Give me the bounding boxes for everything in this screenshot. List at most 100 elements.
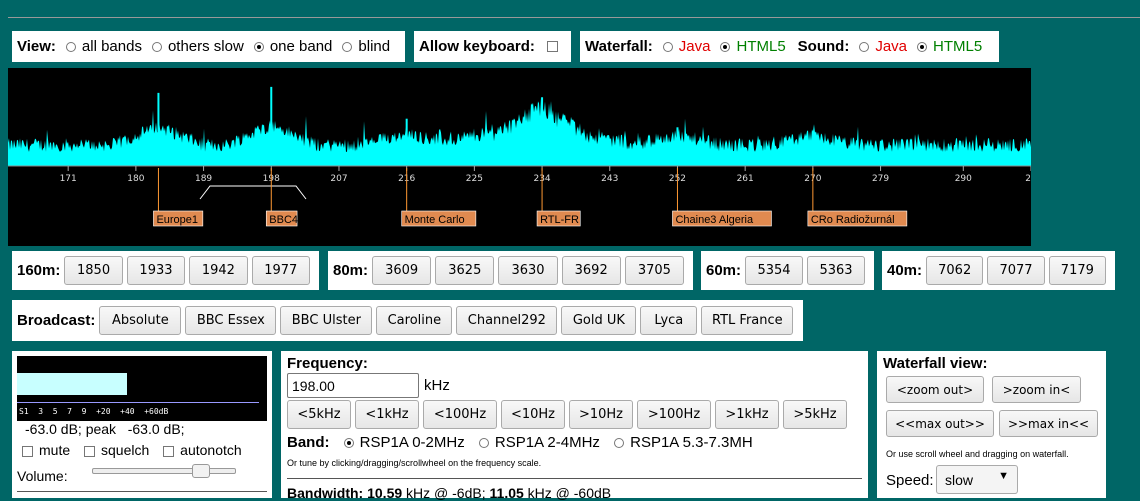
max-in-button[interactable]: >>max in<< bbox=[999, 410, 1098, 437]
chevron-down-icon: ▼ bbox=[998, 470, 1009, 482]
autonotch-checkbox[interactable] bbox=[163, 445, 175, 457]
band-rsp1a-5-7mhz-radio[interactable] bbox=[614, 438, 625, 449]
sound-java-radio[interactable] bbox=[859, 41, 870, 52]
band-rsp1a-2-4mhz-radio[interactable] bbox=[478, 438, 489, 449]
view-all-bands-radio[interactable] bbox=[65, 41, 76, 52]
zoom-out-button[interactable]: <zoom out> bbox=[886, 376, 984, 403]
station-label-4[interactable]: Chaine3 Algeria bbox=[675, 214, 754, 226]
max-out-button[interactable]: <<max out>> bbox=[886, 410, 994, 437]
band-rsp1a-0-2mhz-radio[interactable] bbox=[343, 438, 354, 449]
top-divider bbox=[8, 17, 1140, 18]
speed-select[interactable]: slow ▼ bbox=[936, 465, 1018, 494]
broadcast-channel292-button[interactable]: Channel292 bbox=[456, 306, 558, 335]
audio-toggles: mute squelch autonotch bbox=[12, 442, 242, 458]
step-down-1khz-button[interactable]: <1kHz bbox=[355, 400, 419, 429]
band-80m-panel: 80m: 3609 3625 3630 3692 3705 bbox=[328, 251, 693, 290]
station-label-2[interactable]: Monte Carlo bbox=[405, 214, 465, 226]
band-rsp1a-0-2mhz-label: RSP1A 0-2MHz bbox=[359, 434, 465, 451]
step-down-10hz-button[interactable]: <10Hz bbox=[501, 400, 565, 429]
frequency-label: Frequency: bbox=[287, 355, 368, 372]
frequency-input[interactable] bbox=[287, 373, 419, 398]
frequency-unit: kHz bbox=[424, 377, 450, 394]
band-rsp1a-2-4mhz-label: RSP1A 2-4MHz bbox=[494, 434, 600, 451]
keyboard-panel: Allow keyboard: bbox=[414, 31, 571, 62]
band-160m-1942-button[interactable]: 1942 bbox=[189, 256, 248, 285]
view-blind-radio[interactable] bbox=[342, 41, 353, 52]
view-panel: View: all bands others slow one band bli… bbox=[12, 31, 405, 62]
station-label-0[interactable]: Europe1 bbox=[156, 214, 198, 226]
waterfall-html5-radio[interactable] bbox=[720, 41, 731, 52]
band-60m-5354-button[interactable]: 5354 bbox=[745, 256, 804, 285]
broadcast-bbc-essex-button[interactable]: BBC Essex bbox=[185, 306, 277, 335]
bandwidth-6db-suffix: kHz @ -6dB; bbox=[406, 485, 486, 501]
broadcast-lyca-button[interactable]: Lyca bbox=[640, 306, 698, 335]
tuning-hint: Or tune by clicking/dragging/scrollwheel… bbox=[287, 458, 542, 468]
bandwidth-60db-value: 11.05 bbox=[489, 485, 524, 501]
station-label-5[interactable]: CRo Radiožurnál bbox=[811, 214, 895, 226]
band-80m-3705-button[interactable]: 3705 bbox=[624, 256, 684, 285]
scale-label-14: 29 bbox=[1025, 174, 1031, 184]
waterfall-view-panel: Waterfall view: <zoom out> >zoom in< <<m… bbox=[877, 351, 1106, 498]
station-label-3[interactable]: RTL-FR bbox=[540, 214, 579, 226]
scale-label-4: 207 bbox=[330, 174, 347, 184]
broadcast-caroline-button[interactable]: Caroline bbox=[376, 306, 453, 335]
bandwidth-label: Bandwidth: bbox=[287, 485, 364, 501]
band-60m-label: 60m: bbox=[706, 262, 742, 279]
waterfall-hint: Or use scroll wheel and dragging on wate… bbox=[886, 449, 1069, 459]
scale-label-8: 243 bbox=[601, 174, 618, 184]
station-label-1[interactable]: BBC4 bbox=[269, 214, 298, 226]
band-160m-1933-button[interactable]: 1933 bbox=[126, 256, 186, 285]
signal-readout: -63.0 dB; peak -63.0 dB; bbox=[25, 421, 185, 437]
view-others-slow-radio[interactable] bbox=[151, 41, 162, 52]
sound-html5-radio[interactable] bbox=[917, 41, 928, 52]
spectrum-display[interactable]: 171 180 189 198 207 216 225 234 243 252 261 270 279 2… bbox=[8, 68, 1031, 246]
band-160m-1977-button[interactable]: 1977 bbox=[251, 256, 310, 285]
waterfall-view-label: Waterfall view: bbox=[883, 355, 988, 372]
mode-panel: Waterfall: Java HTML5 Sound: Java HTML5 bbox=[580, 31, 999, 62]
bandwidth-60db-suffix: kHz @ -60dB bbox=[527, 485, 612, 501]
band-40m-7062-button[interactable]: 7062 bbox=[926, 256, 984, 285]
band-80m-label: 80m: bbox=[333, 262, 369, 279]
band-40m-7179-button[interactable]: 7179 bbox=[1048, 256, 1107, 285]
view-label: View: bbox=[17, 38, 56, 55]
step-down-5khz-button[interactable]: <5kHz bbox=[287, 400, 351, 429]
audio-panel-divider bbox=[17, 491, 267, 492]
band-80m-3625-button[interactable]: 3625 bbox=[435, 256, 495, 285]
band-40m-7077-button[interactable]: 7077 bbox=[987, 256, 1045, 285]
step-up-10hz-button[interactable]: >10Hz bbox=[569, 400, 633, 429]
view-one-band-radio[interactable] bbox=[253, 41, 264, 52]
broadcast-gold-uk-button[interactable]: Gold UK bbox=[561, 306, 637, 335]
volume-slider-thumb[interactable] bbox=[191, 464, 210, 478]
band-160m-1850-button[interactable]: 1850 bbox=[64, 256, 123, 285]
broadcast-absolute-button[interactable]: Absolute bbox=[99, 306, 182, 335]
spectrum-noise-trace bbox=[8, 97, 1031, 166]
step-up-100hz-button[interactable]: >100Hz bbox=[637, 400, 711, 429]
broadcast-rtl-france-button[interactable]: RTL France bbox=[701, 306, 794, 335]
broadcast-bbc-ulster-button[interactable]: BBC Ulster bbox=[280, 306, 373, 335]
band-160m-label: 160m: bbox=[17, 262, 61, 279]
band-80m-3692-button[interactable]: 3692 bbox=[561, 256, 621, 285]
scale-label-13: 290 bbox=[955, 174, 972, 184]
volume-slider-track[interactable] bbox=[92, 464, 236, 478]
scale-label-6: 225 bbox=[466, 174, 483, 184]
band-80m-3609-button[interactable]: 3609 bbox=[372, 256, 432, 285]
band-80m-3630-button[interactable]: 3630 bbox=[498, 256, 558, 285]
squelch-label: squelch bbox=[101, 442, 150, 458]
squelch-checkbox[interactable] bbox=[84, 445, 96, 457]
allow-keyboard-checkbox[interactable] bbox=[546, 41, 558, 52]
view-others-slow-label: others slow bbox=[167, 38, 244, 55]
frequency-scale[interactable]: 171 180 189 198 207 216 225 234 243 252 261 270 279 2… bbox=[60, 166, 1031, 184]
waterfall-java-radio[interactable] bbox=[662, 41, 673, 52]
step-up-1khz-button[interactable]: >1kHz bbox=[715, 400, 779, 429]
view-one-band-label: one band bbox=[269, 38, 333, 55]
step-down-100hz-button[interactable]: <100Hz bbox=[423, 400, 497, 429]
bandwidth-6db-value: 10.59 bbox=[367, 485, 403, 501]
mute-checkbox[interactable] bbox=[22, 445, 33, 457]
waterfall-java-label: Java bbox=[678, 38, 711, 55]
scale-label-0: 171 bbox=[60, 174, 77, 184]
broadcast-label: Broadcast: bbox=[17, 312, 96, 329]
band-60m-5363-button[interactable]: 5363 bbox=[807, 256, 865, 285]
step-up-5khz-button[interactable]: >5kHz bbox=[783, 400, 847, 429]
zoom-in-button[interactable]: >zoom in< bbox=[992, 376, 1081, 403]
passband-indicator[interactable] bbox=[199, 185, 307, 200]
